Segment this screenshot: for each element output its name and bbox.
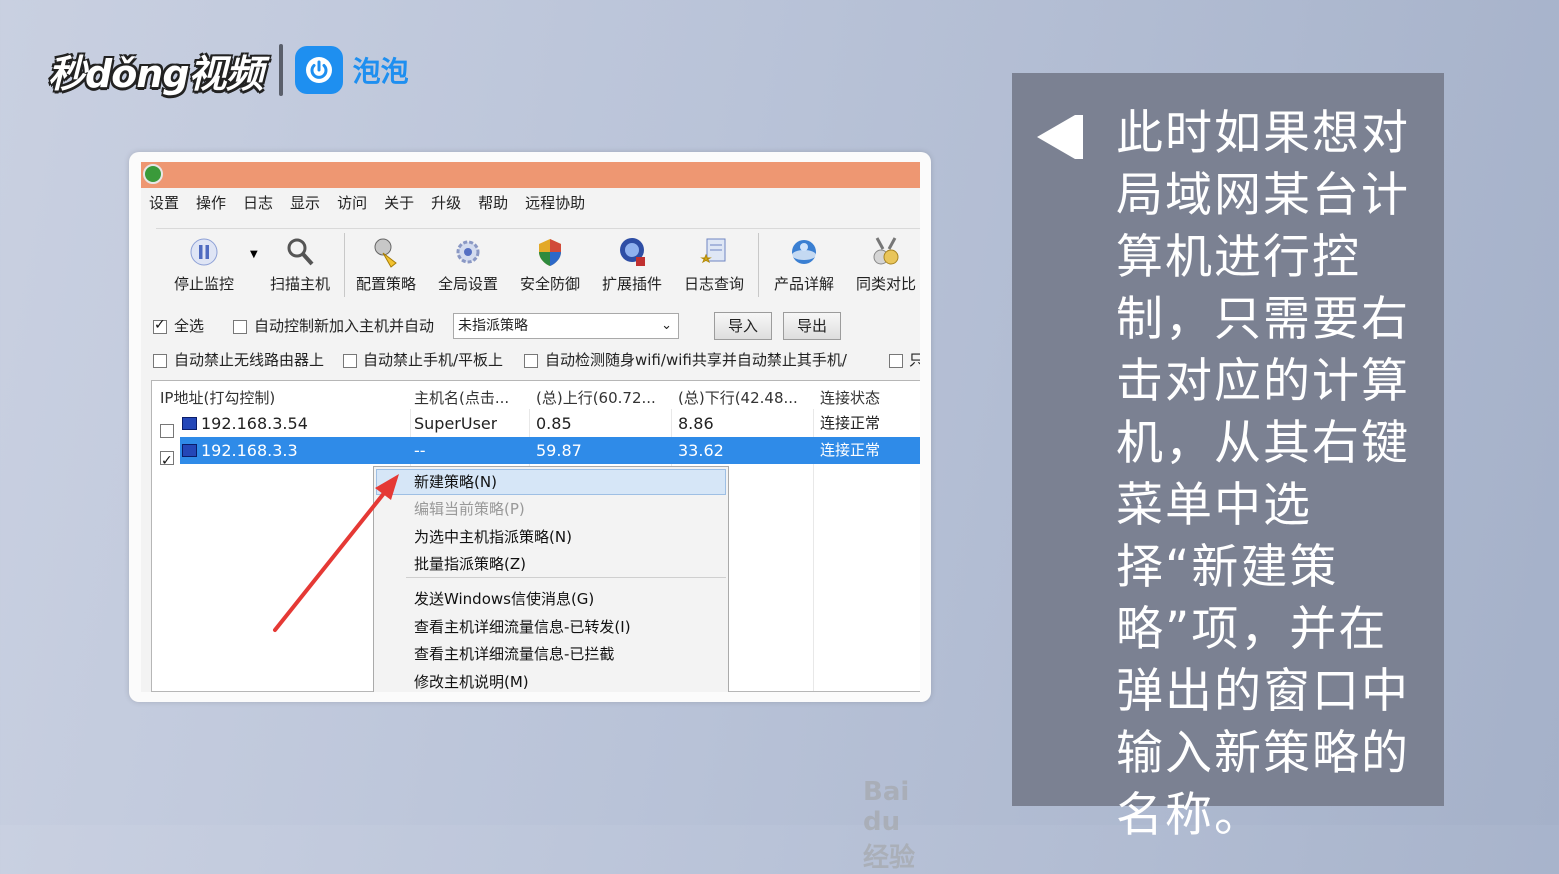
caption-text: 此时如果想对局域网某台计算机进行控制，只需要右击对应的计算机，从其右键菜单中选择… bbox=[1116, 106, 1410, 843]
brand-logo: 秒dǒng视频 bbox=[48, 51, 264, 96]
caption-panel: 此时如果想对局域网某台计算机进行控制，只需要右击对应的计算机，从其右键菜单中选择… bbox=[1012, 73, 1444, 843]
partner-name: 泡泡 bbox=[352, 55, 409, 88]
screenshot-card: 设置 操作 日志 显示 访问 关于 升级 帮助 远程协助 停止监控 ▼ 扫描主机 bbox=[129, 152, 931, 873]
play-back-icon bbox=[1037, 115, 1083, 159]
brand-divider bbox=[278, 44, 283, 96]
annotation-arrow bbox=[273, 474, 399, 632]
baidu-watermark: Bai du 经验 bbox=[863, 777, 916, 873]
brand-header: 秒dǒng视频 泡泡 bbox=[48, 40, 409, 100]
power-icon bbox=[294, 46, 343, 94]
